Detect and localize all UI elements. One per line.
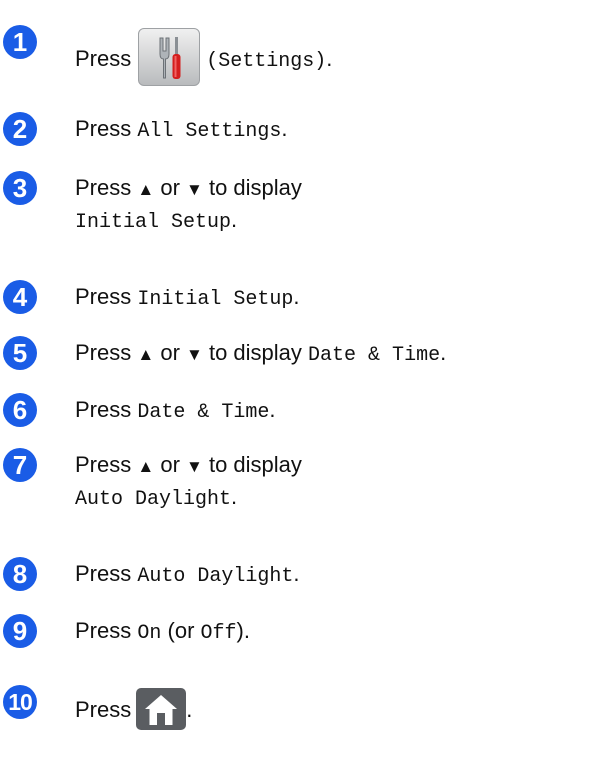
press-word: Press [75,696,132,722]
step-number-badge: 7 [3,448,37,482]
menu-option-label: Initial Setup [75,211,232,234]
step-number-badge: 10 [3,685,37,719]
step-3-text: Press ▲ or ▼ to display [75,173,302,205]
press-word: Press [75,45,132,71]
step-8-text: Press Auto Daylight. [75,559,300,592]
or-word: or [160,452,180,477]
menu-option-label: Initial Setup [137,288,294,311]
press-word: Press [75,452,132,477]
step-7-text: Press ▲ or ▼ to display [75,450,302,482]
trail: . [293,284,300,309]
step-6: 6 Press Date & Time. [0,393,602,433]
press-word: Press [75,116,132,141]
step-number-badge: 5 [3,336,37,370]
trail: . [231,207,238,232]
menu-option-label: All Settings [137,120,282,143]
off-option-label: Off [200,622,237,645]
step-1-text: Press (Settings). [75,28,333,89]
step-7-text-line2: Auto Daylight. [75,482,237,515]
menu-option-label: Auto Daylight [75,488,232,511]
down-arrow-icon: ▼ [186,457,203,476]
trail: ). [236,618,250,643]
or-word: (or [167,618,195,643]
up-arrow-icon: ▲ [137,345,155,364]
step-10-text: Press . [75,688,193,732]
to-display-text: to display [208,452,302,477]
step-number-badge: 2 [3,112,37,146]
step-4-text: Press Initial Setup. [75,282,300,315]
trail: . [231,484,238,509]
down-arrow-icon: ▼ [186,180,203,199]
step-3: 3 Press ▲ or ▼ to display Initial Setup. [0,171,602,241]
press-word: Press [75,397,132,422]
menu-option-label: Date & Time [137,401,270,424]
up-arrow-icon: ▲ [137,457,155,476]
on-option-label: On [137,622,162,645]
press-word: Press [75,340,132,365]
down-arrow-icon: ▼ [186,345,203,364]
up-arrow-icon: ▲ [137,180,155,199]
trail: . [440,340,447,365]
step-number-badge: 9 [3,614,37,648]
step-2: 2 Press All Settings. [0,112,602,152]
step-1: 1 Press (Settings). [0,17,602,86]
step-4: 4 Press Initial Setup. [0,280,602,320]
step-8: 8 Press Auto Daylight. [0,557,602,597]
settings-icon [159,37,181,79]
step-number-badge: 8 [3,557,37,591]
menu-option-label: Date & Time [308,344,441,367]
trail: . [269,397,276,422]
press-word: Press [75,284,132,309]
press-word: Press [75,618,132,643]
step-number-badge: 4 [3,280,37,314]
or-word: or [160,340,180,365]
to-display-text: to display [208,340,302,365]
step-10: 10 Press . [0,676,602,736]
step-number-badge: 6 [3,393,37,427]
trail: . [293,561,300,586]
step-2-text: Press All Settings. [75,114,288,147]
step-6-text: Press Date & Time. [75,395,276,428]
press-word: Press [75,561,132,586]
step-3-text-line2: Initial Setup. [75,205,237,238]
step-number-badge: 3 [3,171,37,205]
step-9-text: Press On (or Off). [75,616,250,649]
step-7: 7 Press ▲ or ▼ to display Auto Daylight. [0,448,602,518]
step-9: 9 Press On (or Off). [0,614,602,654]
menu-option-label: Auto Daylight [137,565,294,588]
trail: . [186,696,193,722]
settings-button[interactable] [138,28,201,86]
press-word: Press [75,175,132,200]
to-display-text: to display [208,175,302,200]
settings-label: (Settings) [206,49,327,73]
trail: . [281,116,288,141]
step-5: 5 Press ▲ or ▼ to display Date & Time. [0,336,602,376]
home-icon [145,695,178,725]
or-word: or [160,175,180,200]
trail: . [326,45,333,71]
step-number-badge: 1 [3,25,37,59]
step-5-text: Press ▲ or ▼ to display Date & Time. [75,338,446,371]
home-button[interactable] [136,688,187,730]
